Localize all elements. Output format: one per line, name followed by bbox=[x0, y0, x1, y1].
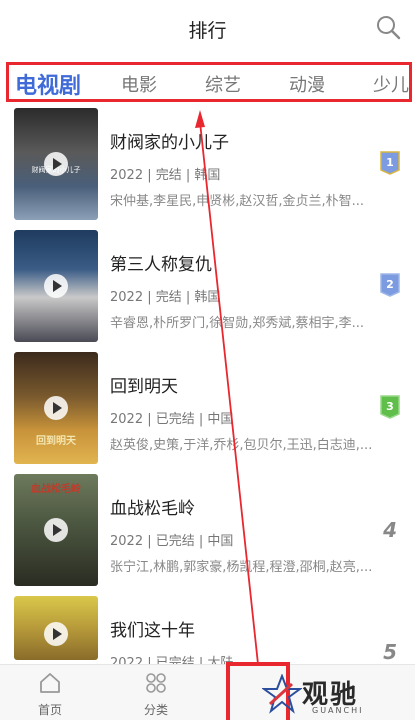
page-title: 排行 bbox=[188, 20, 227, 42]
rank-badge-icon: 3 bbox=[380, 395, 400, 419]
rank-badge-icon: 1 bbox=[380, 151, 400, 175]
item-title: 血战松毛岭 bbox=[110, 499, 195, 519]
item-meta: 2022 | 已完结 | 中国 bbox=[110, 412, 234, 427]
nav-category[interactable]: 分类 bbox=[126, 671, 186, 718]
rank-badge-icon: 2 bbox=[380, 273, 400, 297]
nav-home-label: 首页 bbox=[37, 703, 62, 717]
item-title: 第三人称复仇 bbox=[110, 255, 212, 275]
play-icon bbox=[44, 274, 68, 298]
tab-movies[interactable]: 电影 bbox=[121, 71, 157, 97]
star-logo-icon bbox=[262, 674, 302, 714]
list-item[interactable]: 血战松毛岭 血战松毛岭 2022 | 已完结 | 中国 张宁江,林鹏,郭家豪,杨… bbox=[0, 474, 415, 594]
watermark-subtext: GUANCHI bbox=[312, 706, 364, 715]
rank-number: 5 bbox=[383, 640, 397, 664]
category-tabs: 电视剧 电影 综艺 动漫 少儿 bbox=[6, 62, 412, 102]
item-cast: 辛睿恩,朴所罗门,徐智勋,郑秀斌,蔡相宇,李... bbox=[110, 316, 365, 331]
nav-category-label: 分类 bbox=[143, 703, 168, 717]
rank-number: 4 bbox=[383, 518, 397, 542]
play-icon bbox=[44, 518, 68, 542]
list-item[interactable]: 财阀家的小儿子 财阀家的小儿子 2022 | 完结 | 韩国 宋仲基,李星民,申… bbox=[0, 108, 415, 228]
tab-tv-series[interactable]: 电视剧 bbox=[15, 68, 81, 99]
tab-anime[interactable]: 动漫 bbox=[289, 71, 325, 97]
tab-kids[interactable]: 少儿 bbox=[373, 71, 409, 97]
play-icon bbox=[44, 396, 68, 420]
item-meta: 2022 | 完结 | 韩国 bbox=[110, 290, 221, 305]
item-title: 我们这十年 bbox=[110, 621, 195, 641]
poster-title-text: 血战松毛岭 bbox=[31, 484, 81, 495]
poster-image[interactable] bbox=[14, 596, 98, 660]
list-item[interactable]: 第三人称复仇 2022 | 完结 | 韩国 辛睿恩,朴所罗门,徐智勋,郑秀斌,蔡… bbox=[0, 230, 415, 350]
rank-number: 1 bbox=[386, 156, 394, 169]
item-meta: 2022 | 完结 | 韩国 bbox=[110, 168, 221, 183]
item-cast: 宋仲基,李星民,申贤彬,赵汉哲,金贞兰,朴智... bbox=[110, 194, 365, 209]
top-bar: 排行 bbox=[0, 0, 415, 56]
poster-image[interactable]: 财阀家的小儿子 bbox=[14, 108, 98, 220]
poster-image[interactable]: 回到明天 bbox=[14, 352, 98, 464]
play-icon bbox=[44, 622, 68, 646]
play-icon bbox=[44, 152, 68, 176]
poster-title-text: 回到明天 bbox=[36, 436, 76, 447]
item-cast: 张宁江,林鹏,郭家豪,杨凯程,程澄,邵桐,赵亮,... bbox=[110, 560, 373, 575]
list-item[interactable]: 回到明天 回到明天 2022 | 已完结 | 中国 赵英俊,史策,于洋,乔杉,包… bbox=[0, 352, 415, 472]
grid-icon bbox=[146, 673, 166, 693]
rank-number: 3 bbox=[386, 400, 394, 413]
item-title: 财阀家的小儿子 bbox=[110, 133, 229, 153]
item-meta: 2022 | 已完结 | 中国 bbox=[110, 534, 234, 549]
home-icon bbox=[40, 673, 60, 693]
poster-image[interactable] bbox=[14, 230, 98, 342]
search-icon[interactable] bbox=[375, 14, 401, 40]
watermark-logo: 观驰 GUANCHI bbox=[262, 672, 412, 718]
poster-image[interactable]: 血战松毛岭 bbox=[14, 474, 98, 586]
nav-home[interactable]: 首页 bbox=[20, 671, 80, 718]
item-title: 回到明天 bbox=[110, 377, 178, 397]
rank-number: 2 bbox=[386, 278, 394, 291]
item-cast: 赵英俊,史策,于洋,乔杉,包贝尔,王迅,白志迪,... bbox=[110, 438, 373, 453]
tab-variety[interactable]: 综艺 bbox=[205, 71, 241, 97]
